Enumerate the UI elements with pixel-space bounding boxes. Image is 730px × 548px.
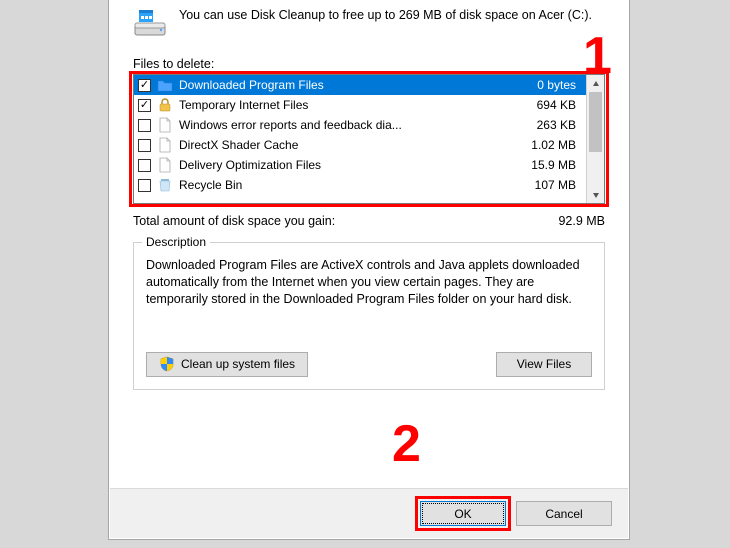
checkbox[interactable]	[138, 99, 151, 112]
scroll-track[interactable]	[587, 92, 604, 186]
ok-button[interactable]: OK	[420, 501, 506, 526]
intro-text: You can use Disk Cleanup to free up to 2…	[179, 7, 605, 24]
item-size: 107 MB	[514, 178, 580, 192]
file-icon	[157, 117, 173, 133]
item-name: Recycle Bin	[179, 178, 508, 192]
view-files-label: View Files	[517, 357, 571, 371]
total-row: Total amount of disk space you gain: 92.…	[133, 214, 605, 228]
total-value: 92.9 MB	[558, 214, 605, 228]
scroll-thumb[interactable]	[589, 92, 602, 152]
lock-icon	[157, 97, 173, 113]
checkbox[interactable]	[138, 119, 151, 132]
cancel-label: Cancel	[545, 507, 582, 521]
description-group: Description Downloaded Program Files are…	[133, 242, 605, 390]
dialog-button-bar: OK Cancel	[110, 488, 628, 538]
file-icon	[157, 137, 173, 153]
list-item[interactable]: Downloaded Program Files 0 bytes	[134, 75, 586, 95]
item-size: 0 bytes	[514, 78, 580, 92]
files-to-delete-label: Files to delete:	[133, 57, 605, 71]
item-name: Delivery Optimization Files	[179, 158, 508, 172]
annotation-number-2: 2	[392, 418, 421, 470]
disk-cleanup-dialog: You can use Disk Cleanup to free up to 2…	[108, 0, 630, 540]
item-size: 15.9 MB	[514, 158, 580, 172]
list-item[interactable]: Recycle Bin 107 MB	[134, 175, 586, 195]
intro-row: You can use Disk Cleanup to free up to 2…	[133, 7, 605, 41]
annotation-number-1: 1	[583, 30, 612, 82]
scroll-down-button[interactable]	[587, 186, 604, 203]
checkbox[interactable]	[138, 159, 151, 172]
item-name: Temporary Internet Files	[179, 98, 508, 112]
ok-label: OK	[454, 507, 471, 521]
checkbox[interactable]	[138, 139, 151, 152]
list-item[interactable]: Temporary Internet Files 694 KB	[134, 95, 586, 115]
checkbox[interactable]	[138, 179, 151, 192]
checkbox[interactable]	[138, 79, 151, 92]
cleanup-system-files-button[interactable]: Clean up system files	[146, 352, 308, 377]
item-name: DirectX Shader Cache	[179, 138, 508, 152]
item-size: 694 KB	[514, 98, 580, 112]
cancel-button[interactable]: Cancel	[516, 501, 612, 526]
shield-icon	[159, 356, 175, 372]
file-icon	[157, 157, 173, 173]
total-label: Total amount of disk space you gain:	[133, 214, 558, 228]
list-item[interactable]: Windows error reports and feedback dia..…	[134, 115, 586, 135]
item-size: 263 KB	[514, 118, 580, 132]
bin-icon	[157, 177, 173, 193]
list-item[interactable]: DirectX Shader Cache 1.02 MB	[134, 135, 586, 155]
view-files-button[interactable]: View Files	[496, 352, 592, 377]
item-name: Windows error reports and feedback dia..…	[179, 118, 508, 132]
files-listbox[interactable]: Downloaded Program Files 0 bytes Temporary…	[133, 74, 605, 204]
description-title: Description	[142, 235, 210, 249]
list-item[interactable]: Delivery Optimization Files 15.9 MB	[134, 155, 586, 175]
scrollbar[interactable]	[586, 75, 604, 203]
item-size: 1.02 MB	[514, 138, 580, 152]
description-text: Downloaded Program Files are ActiveX con…	[146, 257, 592, 308]
disk-cleanup-icon	[133, 7, 167, 41]
item-name: Downloaded Program Files	[179, 78, 508, 92]
cleanup-system-files-label: Clean up system files	[181, 357, 295, 371]
folder-icon	[157, 77, 173, 93]
